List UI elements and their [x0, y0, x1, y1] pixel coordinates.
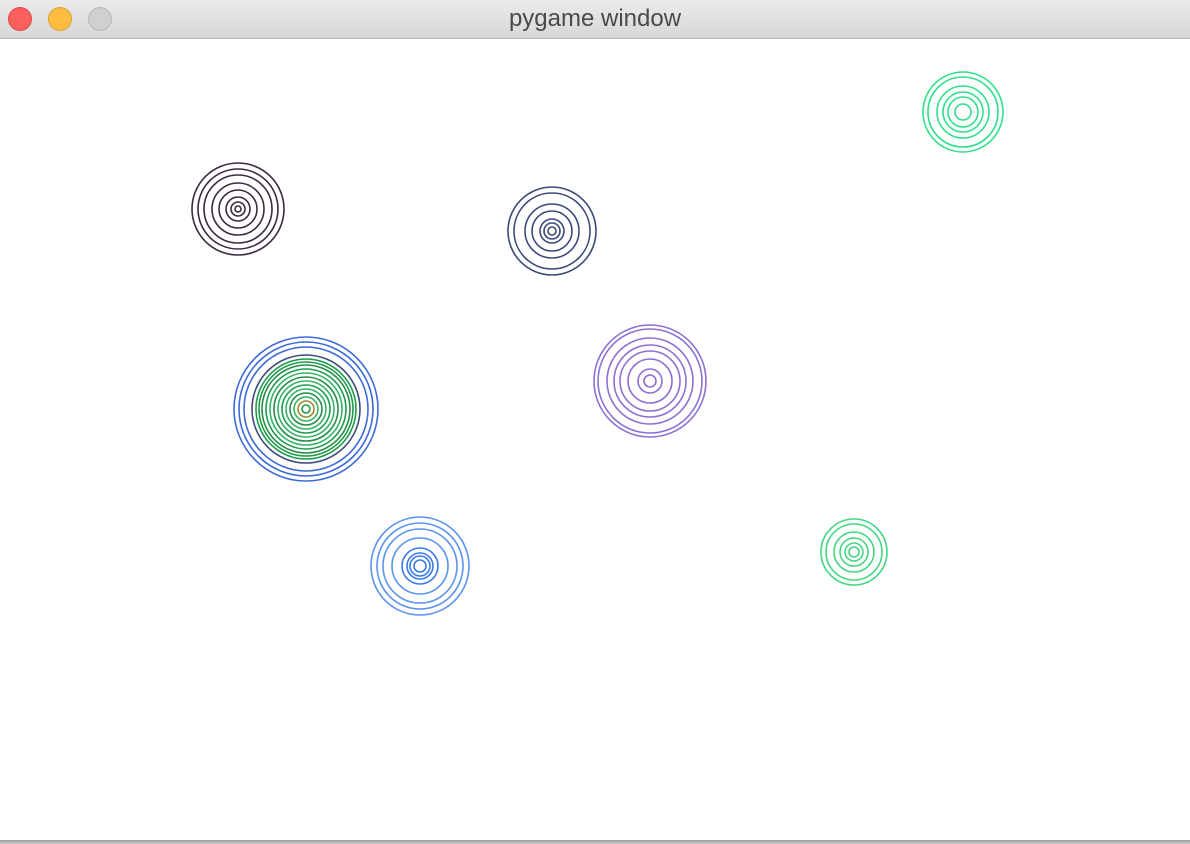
ring	[255, 358, 357, 460]
ring	[273, 376, 339, 442]
ring	[225, 196, 251, 222]
ring-group-blue-green	[233, 336, 379, 482]
ring	[524, 203, 580, 259]
ring	[406, 552, 434, 580]
ring-group-mint-top	[922, 71, 1004, 153]
ring	[409, 555, 431, 577]
ring	[218, 189, 258, 229]
ring	[927, 76, 999, 148]
ring	[203, 174, 273, 244]
ring	[613, 344, 687, 418]
ring-group-lavender	[593, 324, 707, 438]
ring	[301, 404, 311, 414]
ring	[285, 388, 327, 430]
ring	[820, 518, 888, 586]
ring	[391, 537, 449, 595]
ring	[844, 542, 864, 562]
ring	[637, 368, 663, 394]
ring	[627, 358, 673, 404]
ring-group-dark-purple	[191, 162, 285, 256]
ring	[413, 559, 427, 573]
ring	[942, 91, 984, 133]
ring	[191, 162, 285, 256]
ring	[947, 96, 979, 128]
window-bottom-edge	[0, 840, 1190, 844]
ring-group-slate-blue	[507, 186, 597, 276]
ring	[269, 372, 343, 446]
pygame-window: pygame window	[0, 0, 1190, 844]
ring	[261, 364, 351, 454]
ring	[954, 103, 972, 121]
ring	[370, 516, 470, 616]
ring	[643, 374, 657, 388]
ring	[197, 168, 279, 250]
game-canvas[interactable]	[0, 39, 1190, 840]
ring	[922, 71, 1004, 153]
ring	[234, 205, 242, 213]
ring	[848, 546, 860, 558]
ring	[376, 522, 464, 610]
ring	[251, 354, 361, 464]
ring	[531, 210, 573, 252]
ring-group-light-blue	[370, 516, 470, 616]
ring	[543, 222, 561, 240]
ring	[297, 400, 315, 418]
window-title: pygame window	[508, 5, 682, 32]
ring-group-mint-bottom	[820, 518, 888, 586]
ring	[258, 361, 354, 457]
ring	[936, 85, 990, 139]
ring	[593, 324, 707, 438]
ring	[230, 201, 246, 217]
ring	[619, 350, 681, 412]
ring	[382, 528, 458, 604]
title-bar[interactable]: pygame window	[0, 0, 1190, 39]
ring	[547, 226, 557, 236]
ring	[507, 186, 597, 276]
